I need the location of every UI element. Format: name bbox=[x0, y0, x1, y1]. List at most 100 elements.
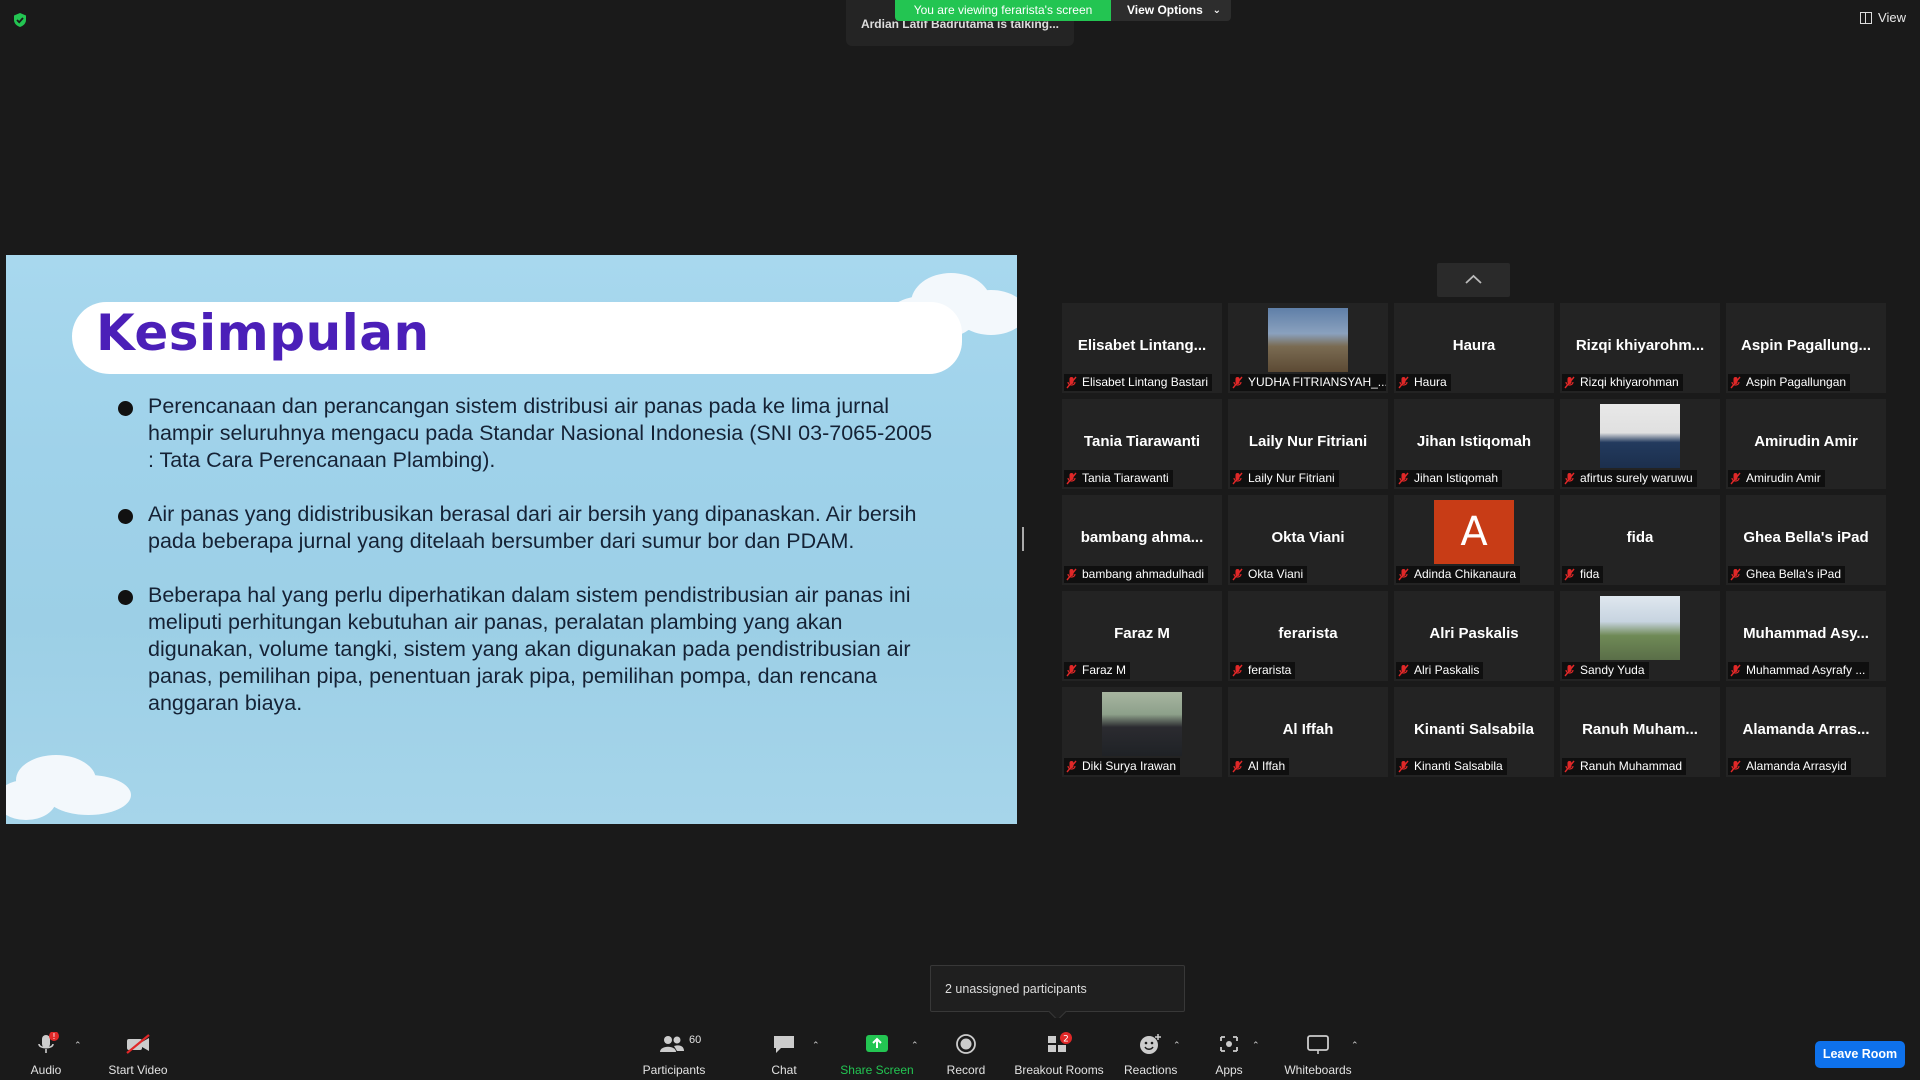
participants-count: 60 bbox=[689, 1034, 702, 1046]
participant-display-name: Ranuh Muham... bbox=[1582, 721, 1698, 738]
mic-muted-icon bbox=[1232, 472, 1243, 485]
participant-name-label: ferarista bbox=[1230, 662, 1296, 679]
participant-display-name: fida bbox=[1626, 529, 1654, 546]
mic-muted-icon bbox=[1730, 568, 1741, 581]
participant-tile[interactable]: Haura Haura bbox=[1394, 303, 1554, 393]
participant-name-label: Adinda Chikanaura bbox=[1396, 566, 1521, 583]
mic-muted-icon bbox=[1730, 376, 1741, 389]
bullet-item: Beberapa hal yang perlu diperhatikan dal… bbox=[111, 582, 941, 717]
mic-muted-icon bbox=[1232, 760, 1243, 773]
participants-label: Participants bbox=[642, 1063, 706, 1077]
participant-tile[interactable]: Faraz M Faraz M bbox=[1062, 591, 1222, 681]
participant-tile[interactable]: Alri Paskalis Alri Paskalis bbox=[1394, 591, 1554, 681]
participant-name-label: Jihan Istiqomah bbox=[1396, 470, 1503, 487]
participant-tile[interactable]: bambang ahma... bambang ahmadulhadi bbox=[1062, 495, 1222, 585]
whiteboards-label: Whiteboards bbox=[1284, 1063, 1352, 1077]
mic-muted-icon bbox=[1398, 376, 1409, 389]
view-layout-button[interactable]: View bbox=[1860, 10, 1906, 25]
participant-display-name: Elisabet Lintang... bbox=[1077, 337, 1207, 354]
participant-display-name: Okta Viani bbox=[1271, 529, 1345, 546]
record-button[interactable]: Record bbox=[946, 1018, 986, 1080]
participant-name-label: Al Iffah bbox=[1230, 758, 1290, 775]
participant-name-text: Laily Nur Fitriani bbox=[1248, 471, 1335, 485]
participants-button[interactable]: 60 Participants bbox=[640, 1018, 708, 1080]
participant-name-label: bambang ahmadulhadi bbox=[1064, 566, 1209, 583]
participant-name-text: Muhammad Asyrafy ... bbox=[1746, 663, 1866, 677]
participant-display-name: Kinanti Salsabila bbox=[1413, 721, 1535, 738]
participant-name-text: Amirudin Amir bbox=[1746, 471, 1821, 485]
participant-tile[interactable]: Aspin Pagallung... Aspin Pagallungan bbox=[1726, 303, 1886, 393]
participant-tile[interactable]: Diki Surya Irawan bbox=[1062, 687, 1222, 777]
participant-display-name: Tania Tiarawanti bbox=[1083, 433, 1201, 450]
participant-tile[interactable]: ferarista ferarista bbox=[1228, 591, 1388, 681]
mic-muted-icon bbox=[1232, 664, 1243, 677]
participant-name-text: Diki Surya Irawan bbox=[1082, 759, 1177, 773]
whiteboards-options-caret[interactable]: ⌃ bbox=[1351, 1040, 1359, 1051]
mic-muted-icon bbox=[1232, 376, 1243, 389]
participant-tile[interactable]: afirtus surely waruwu bbox=[1560, 399, 1720, 489]
mic-muted-icon bbox=[1730, 472, 1741, 485]
participant-tile[interactable]: Al Iffah Al Iffah bbox=[1228, 687, 1388, 777]
participant-name-text: Adinda Chikanaura bbox=[1414, 567, 1517, 581]
bullet-list: Perencanaan dan perancangan sistem distr… bbox=[111, 393, 941, 744]
participant-name-label: Ghea Bella's iPad bbox=[1728, 566, 1846, 583]
chevron-down-icon: ⌄ bbox=[1212, 5, 1221, 16]
chat-bubble-icon bbox=[774, 1036, 794, 1053]
security-shield-icon[interactable] bbox=[12, 12, 28, 28]
apps-button[interactable]: Apps bbox=[1212, 1018, 1246, 1080]
breakout-rooms-button[interactable]: 2 Breakout Rooms bbox=[1014, 1018, 1104, 1080]
participant-tile[interactable]: Jihan Istiqomah Jihan Istiqomah bbox=[1394, 399, 1554, 489]
participant-tile[interactable]: Alamanda Arras... Alamanda Arrasyid bbox=[1726, 687, 1886, 777]
participant-name-label: Alri Paskalis bbox=[1396, 662, 1484, 679]
whiteboards-button[interactable]: Whiteboards bbox=[1282, 1018, 1354, 1080]
participant-tile[interactable]: A Adinda Chikanaura bbox=[1394, 495, 1554, 585]
chat-button[interactable]: Chat bbox=[768, 1018, 800, 1080]
avatar: A bbox=[1434, 500, 1514, 564]
start-video-button[interactable]: Start Video bbox=[104, 1018, 172, 1080]
participant-display-name: bambang ahma... bbox=[1080, 529, 1204, 546]
audio-options-caret[interactable]: ⌃ bbox=[74, 1040, 82, 1051]
participant-name-label: Ranuh Muhammad bbox=[1562, 758, 1687, 775]
participant-display-name: Alri Paskalis bbox=[1429, 625, 1519, 642]
participant-name-text: fida bbox=[1580, 567, 1600, 581]
participant-name-label: Faraz M bbox=[1064, 662, 1131, 679]
participant-tile[interactable]: Ghea Bella's iPad Ghea Bella's iPad bbox=[1726, 495, 1886, 585]
apps-options-caret[interactable]: ⌃ bbox=[1252, 1040, 1260, 1051]
unassigned-participants-tooltip: 2 unassigned participants bbox=[930, 965, 1185, 1012]
split-divider-handle[interactable] bbox=[1022, 527, 1024, 551]
participant-name-text: bambang ahmadulhadi bbox=[1082, 567, 1205, 581]
participant-tile[interactable]: Laily Nur Fitriani Laily Nur Fitriani bbox=[1228, 399, 1388, 489]
chat-options-caret[interactable]: ⌃ bbox=[812, 1040, 820, 1051]
participant-tile[interactable]: Okta Viani Okta Viani bbox=[1228, 495, 1388, 585]
participant-tile[interactable]: YUDHA FITRIANSYAH_... bbox=[1228, 303, 1388, 393]
participant-tile[interactable]: Amirudin Amir Amirudin Amir bbox=[1726, 399, 1886, 489]
reactions-options-caret[interactable]: ⌃ bbox=[1173, 1040, 1181, 1051]
participant-name-label: Laily Nur Fitriani bbox=[1230, 470, 1339, 487]
shared-screen[interactable]: Kesimpulan Perencanaan dan perancangan s… bbox=[6, 255, 1017, 824]
mic-muted-icon bbox=[1564, 760, 1575, 773]
cloud-decoration bbox=[46, 775, 131, 815]
landscape-photo bbox=[1268, 308, 1348, 372]
audio-button[interactable]: ! Audio bbox=[26, 1018, 66, 1080]
participant-tile[interactable]: Kinanti Salsabila Kinanti Salsabila bbox=[1394, 687, 1554, 777]
record-icon bbox=[956, 1034, 976, 1054]
participant-tile[interactable]: Muhammad Asy... Muhammad Asyrafy ... bbox=[1726, 591, 1886, 681]
participant-tile[interactable]: Rizqi khiyarohm... Rizqi khiyarohman bbox=[1560, 303, 1720, 393]
share-screen-button[interactable]: Share Screen bbox=[840, 1018, 914, 1080]
audio-warning-badge: ! bbox=[52, 1032, 55, 1041]
participant-name-label: afirtus surely waruwu bbox=[1562, 470, 1697, 487]
gallery-page-up-button[interactable] bbox=[1437, 263, 1510, 297]
share-options-caret[interactable]: ⌃ bbox=[911, 1040, 919, 1051]
chevron-up-icon bbox=[1465, 274, 1482, 284]
reactions-button[interactable]: Reactions bbox=[1124, 1018, 1177, 1080]
participant-tile[interactable]: Sandy Yuda bbox=[1560, 591, 1720, 681]
participant-tile[interactable]: Tania Tiarawanti Tania Tiarawanti bbox=[1062, 399, 1222, 489]
view-options-button[interactable]: View Options ⌄ bbox=[1111, 0, 1231, 21]
mic-muted-icon bbox=[1066, 664, 1077, 677]
leave-room-button[interactable]: Leave Room bbox=[1815, 1041, 1905, 1068]
apps-icon bbox=[1220, 1036, 1238, 1052]
audio-label: Audio bbox=[30, 1063, 62, 1077]
participant-tile[interactable]: fida fida bbox=[1560, 495, 1720, 585]
participant-tile[interactable]: Ranuh Muham... Ranuh Muhammad bbox=[1560, 687, 1720, 777]
participant-tile[interactable]: Elisabet Lintang... Elisabet Lintang Bast… bbox=[1062, 303, 1222, 393]
